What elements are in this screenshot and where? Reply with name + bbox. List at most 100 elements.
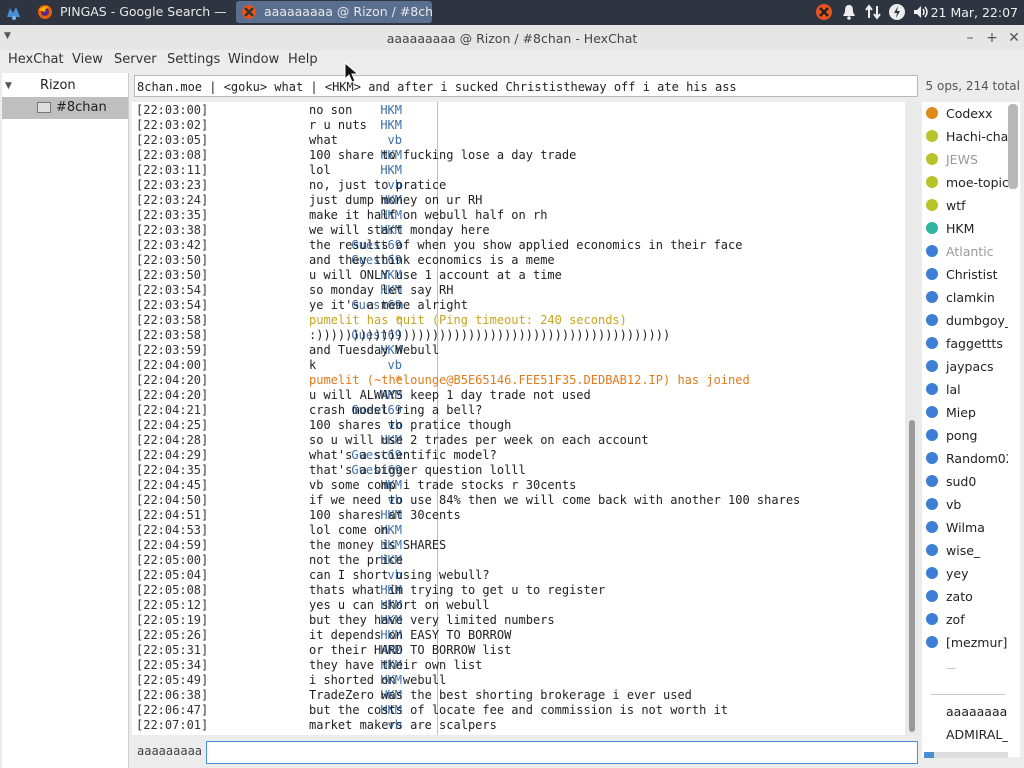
chat-nick[interactable]: vb <box>232 358 402 373</box>
user-list[interactable]: Codexx Hachi-chan JEWS moe-topic wtf HKM Atlan… <box>922 102 1020 757</box>
user-list-item[interactable]: JEWS <box>922 148 1008 171</box>
chat-message: pumelit has quit (Ping timeout: 240 seco… <box>309 313 627 327</box>
power-icon[interactable] <box>888 3 906 21</box>
chat-line: [22:04:29] Guest69 what's a scientific mod… <box>132 448 905 463</box>
menu-hexchat[interactable]: HexChat <box>8 50 64 70</box>
user-status-dot-icon <box>926 360 938 372</box>
input-nick-button[interactable]: aaaaaaaaa <box>137 744 202 758</box>
chat-message: or their HARD TO BORROW list <box>309 643 512 657</box>
chat-message: what <box>309 133 338 147</box>
minimize-button[interactable]: – <box>961 29 979 47</box>
expand-arrow-icon[interactable]: ▼ <box>5 75 12 97</box>
user-status-dot-icon <box>926 337 938 349</box>
menu-settings[interactable]: Settings <box>167 50 220 70</box>
chat-message: so monday let say RH <box>309 283 454 297</box>
user-name: lal <box>946 382 961 397</box>
chat-message: 100 shares at 30cents <box>309 508 461 522</box>
tree-item-channel[interactable]: #8chan <box>2 97 128 119</box>
user-list-item[interactable]: clamkin <box>922 286 1008 309</box>
user-list-item[interactable]: Hachi-chan <box>922 125 1008 148</box>
user-list-item[interactable]: [mezmur] <box>922 631 1008 654</box>
chat-line: [22:03:05] vb what <box>132 133 905 148</box>
user-list-item[interactable]: moe-topic <box>922 171 1008 194</box>
user-list-item[interactable]: faggettts <box>922 332 1008 355</box>
lower-label-nick[interactable]: aaaaaaaaa <box>946 704 1008 719</box>
close-button[interactable]: ✕ <box>1005 29 1023 47</box>
chat-message: u will ONLY use 1 account at a time <box>309 268 562 282</box>
message-input[interactable] <box>206 741 918 764</box>
chat-timestamp: [22:03:05] <box>136 133 209 147</box>
window-titlebar[interactable]: ▼ aaaaaaaaa @ Rizon / #8chan - HexChat –… <box>0 25 1024 50</box>
hexchat-tray-icon[interactable] <box>815 3 833 21</box>
user-list-item[interactable]: lal <box>922 378 1008 401</box>
app-menu-icon[interactable] <box>4 3 24 22</box>
user-name: vb <box>946 497 962 512</box>
chat-scrollbar[interactable] <box>905 102 919 735</box>
user-list-item[interactable]: Codexx <box>922 102 1008 125</box>
user-list-item[interactable]: vb <box>922 493 1008 516</box>
user-status-dot-icon <box>926 636 938 648</box>
user-name: Christist <box>946 267 998 282</box>
user-list-item[interactable]: pong <box>922 424 1008 447</box>
chat-message: if we need to use 84% then we will come … <box>309 493 801 507</box>
menu-server[interactable]: Server <box>114 50 157 70</box>
menu-window[interactable]: Window <box>228 50 279 70</box>
lower-label-admiral[interactable]: ADMIRAL_H <box>946 727 1008 742</box>
clock[interactable]: 21 Mar, 22:07 <box>931 0 1018 25</box>
chat-scrollbar-thumb[interactable] <box>909 420 915 732</box>
user-list-item[interactable]: zof <box>922 608 1008 631</box>
chat-line: [22:04:20] * pumelit (~thelounge@B5E65146.… <box>132 373 905 388</box>
menu-help[interactable]: Help <box>288 50 318 70</box>
chat-timestamp: [22:03:50] <box>136 253 209 267</box>
menu-view[interactable]: View <box>72 50 103 70</box>
user-list-item[interactable]: Random024 <box>922 447 1008 470</box>
user-list-item[interactable]: Atlantic <box>922 240 1008 263</box>
user-status-dot-icon <box>926 452 938 464</box>
user-status-dot-icon <box>926 567 938 579</box>
user-list-item[interactable]: Wilma <box>922 516 1008 539</box>
user-list-item[interactable]: wise_ <box>922 539 1008 562</box>
taskbar-task-hexchat[interactable]: aaaaaaaaa @ Rizon / #8cha... <box>236 1 432 23</box>
user-list-item[interactable]: HKM <box>922 217 1008 240</box>
user-list-item[interactable]: Christist <box>922 263 1008 286</box>
chat-timestamp: [22:03:08] <box>136 148 209 162</box>
tree-item-server[interactable]: ▼ Rizon <box>2 75 128 97</box>
network-icon[interactable] <box>864 3 882 21</box>
user-name: HKM <box>946 221 975 236</box>
chat-timestamp: [22:05:31] <box>136 643 209 657</box>
chat-line: [22:04:00] vb k <box>132 358 905 373</box>
maximize-button[interactable]: + <box>983 29 1001 47</box>
chat-line: [22:03:24] HKM just dump money on ur RH <box>132 193 905 208</box>
chat-message: what's a scientific model? <box>309 448 497 462</box>
taskbar-task-firefox[interactable]: PINGAS - Google Search —... <box>32 1 228 23</box>
volume-icon[interactable] <box>912 3 930 21</box>
user-list-item[interactable]: jaypacs <box>922 355 1008 378</box>
chat-line: [22:05:00] HKM not the price <box>132 553 905 568</box>
user-list-item[interactable]: wtf <box>922 194 1008 217</box>
user-list-item[interactable]: sud0 <box>922 470 1008 493</box>
chat-message: can I short using webull? <box>309 568 490 582</box>
chat-timestamp: [22:04:50] <box>136 493 209 507</box>
user-list-item[interactable]: Miep <box>922 401 1008 424</box>
chat-timestamp: [22:04:20] <box>136 373 209 387</box>
tree-server-label: Rizon <box>40 78 76 93</box>
user-name: wtf <box>946 198 966 213</box>
chat-log[interactable]: [22:03:00] HKM no son [22:03:02] HKM r u nuts… <box>132 102 905 735</box>
chat-timestamp: [22:04:45] <box>136 478 209 492</box>
chat-line: [22:04:45] HKM vb some comp i trade stocks… <box>132 478 905 493</box>
chat-line: [22:04:25] vb 100 shares to pratice though <box>132 418 905 433</box>
chat-timestamp: [22:05:49] <box>136 673 209 687</box>
user-name: Wilma <box>946 520 985 535</box>
topic-field[interactable]: 8chan.moe | <goku> what | <HKM> and afte… <box>134 75 918 97</box>
user-list-item[interactable]: dumbgoy_ <box>922 309 1008 332</box>
chat-timestamp: [22:05:34] <box>136 658 209 672</box>
chat-line: [22:03:42] Guest69 the results of when you… <box>132 238 905 253</box>
user-list-item[interactable]: zato <box>922 585 1008 608</box>
user-list-item[interactable]: yey <box>922 562 1008 585</box>
user-list-scrollbar[interactable] <box>1008 104 1018 189</box>
chat-line: [22:03:38] HKM we will start monday here <box>132 223 905 238</box>
chat-timestamp: [22:03:02] <box>136 118 209 132</box>
chat-timestamp: [22:03:50] <box>136 268 209 282</box>
user-status-dot-icon <box>926 429 938 441</box>
bell-icon[interactable] <box>840 3 858 21</box>
